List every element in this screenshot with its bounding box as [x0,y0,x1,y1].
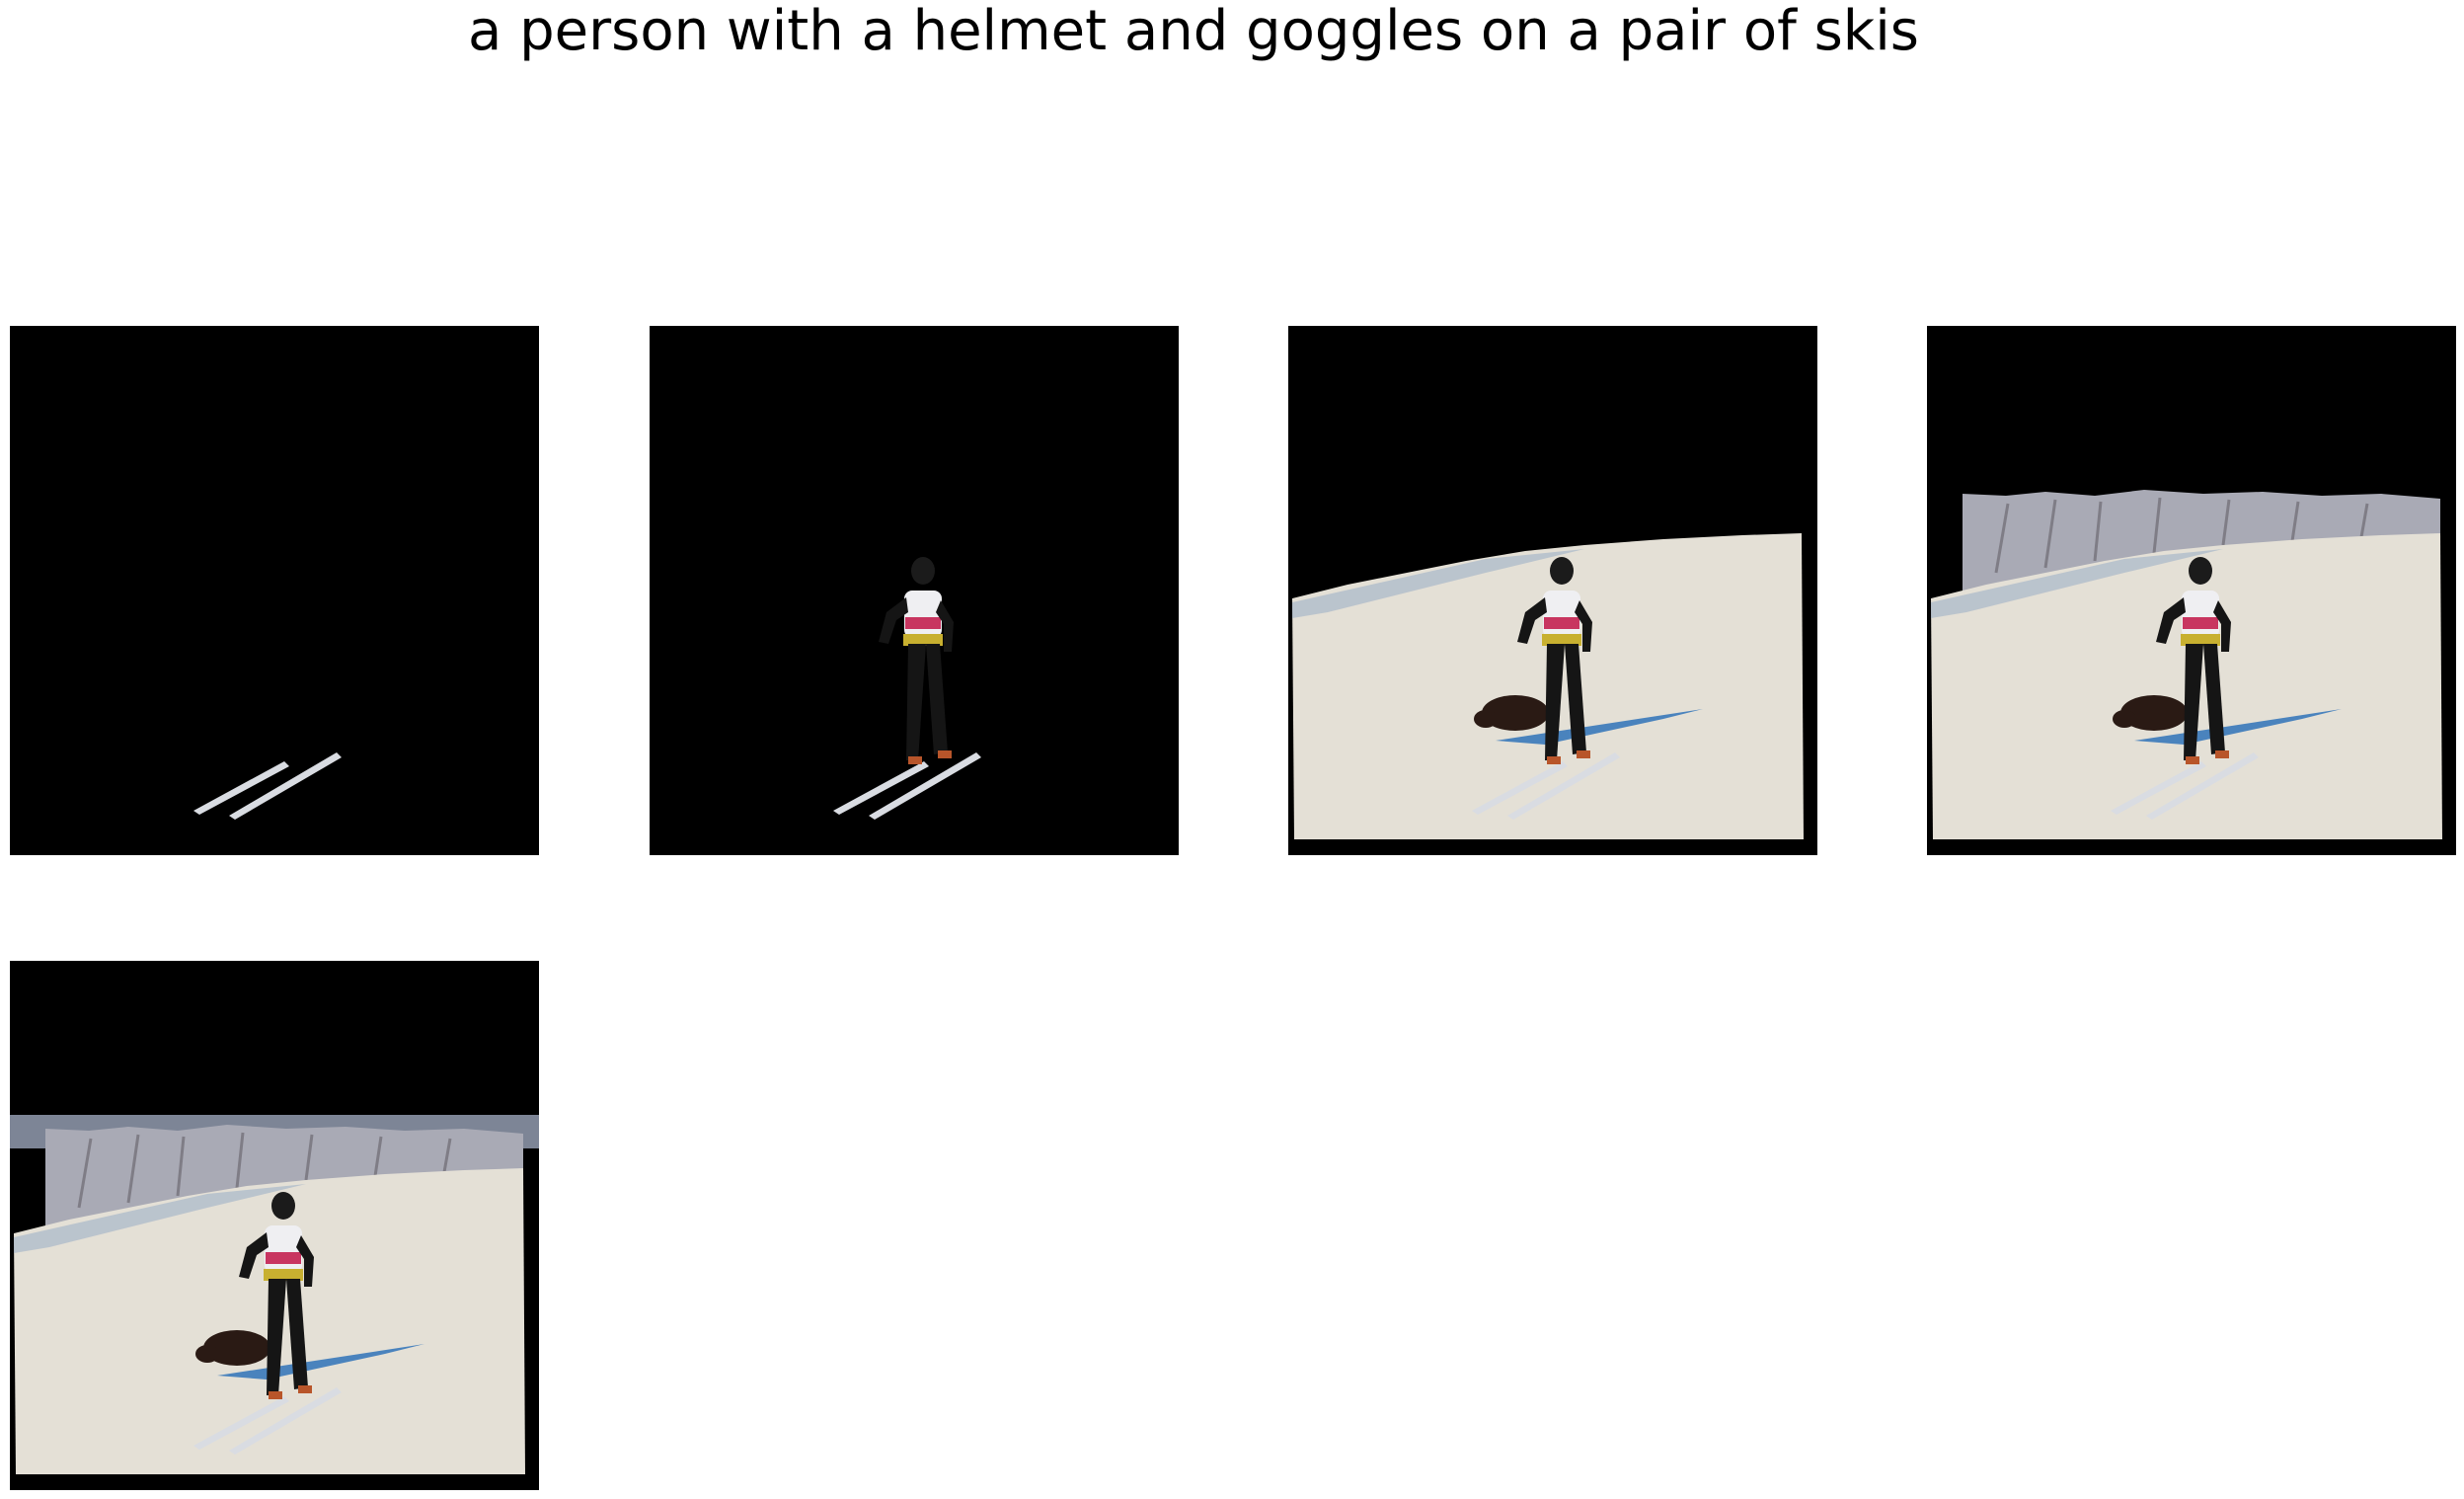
figure-title: a person with a helmet and goggles on a … [468,0,1919,63]
snow-scene-image [1288,326,1817,855]
full-scene-image [10,961,539,1490]
skier-mask-image [650,326,1179,855]
image-panel-skier-dog-snow-trees [1927,326,2456,855]
image-panel-full-scene [10,961,539,1490]
skis-mask-image [10,326,539,855]
image-panel-skier [650,326,1179,855]
trees-scene-image [1927,326,2456,855]
image-panel-skier-dog-snow [1288,326,1817,855]
image-panel-skis [10,326,539,855]
